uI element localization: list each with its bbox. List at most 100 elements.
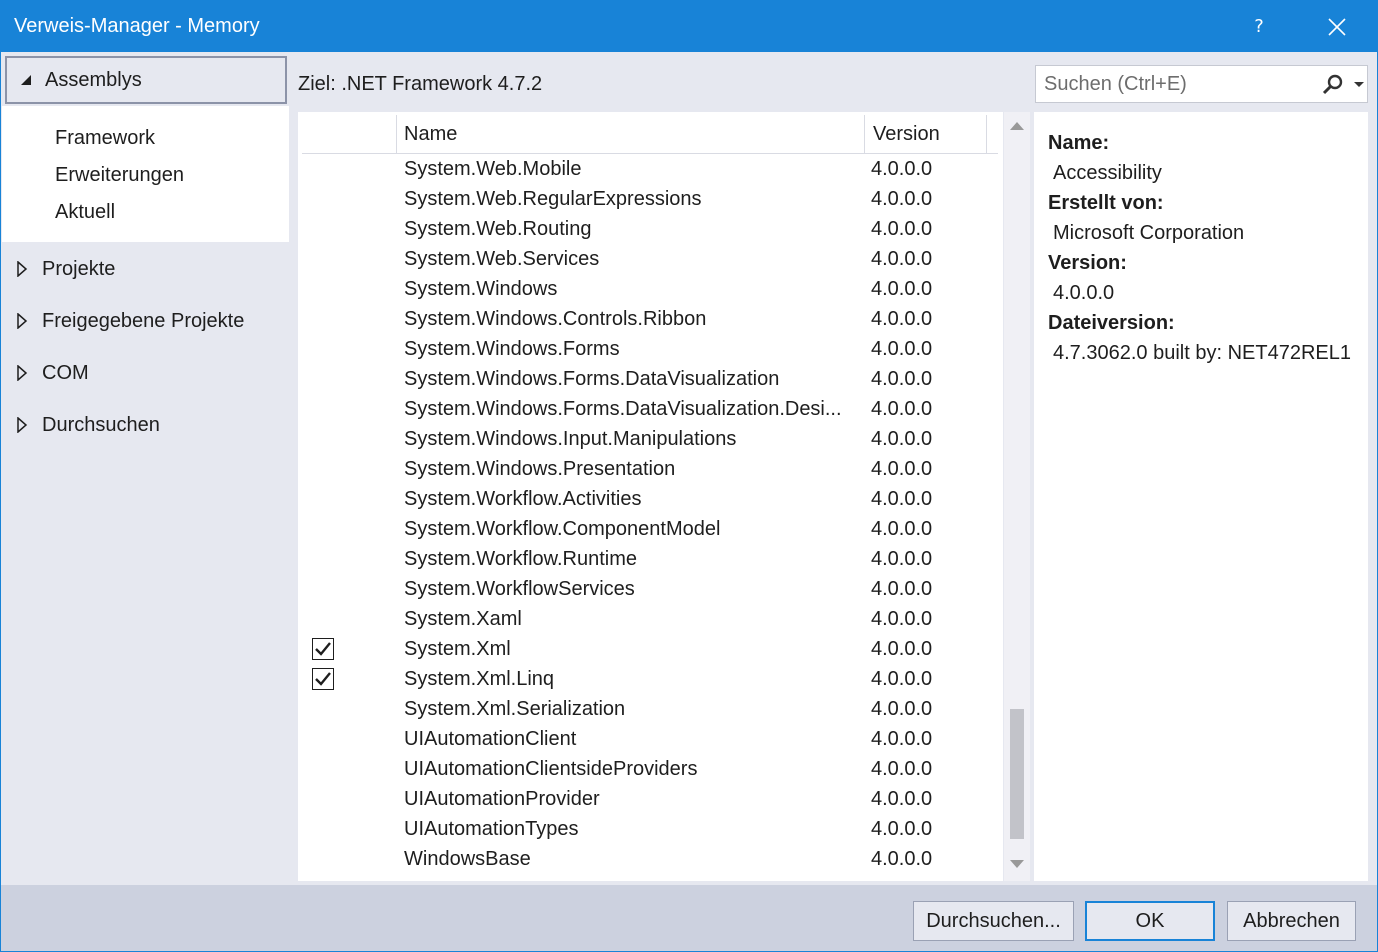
detail-version-value: 4.0.0.0 [1053, 282, 1115, 304]
chevron-down-icon[interactable] [1354, 82, 1364, 87]
scroll-down-icon[interactable] [1010, 860, 1024, 868]
detail-author-label: Erstellt von: [1048, 192, 1164, 214]
row-checkbox[interactable] [312, 668, 334, 690]
row-name: UIAutomationProvider [404, 788, 600, 810]
help-button[interactable]: ? [1239, 1, 1279, 52]
sidebar-item-com[interactable]: COM [2, 353, 289, 393]
table-row[interactable]: System.Xml.Serialization 4.0.0.0 [302, 696, 998, 726]
sidebar-item-projekte[interactable]: Projekte [2, 249, 289, 289]
table-row[interactable]: System.Windows.Forms.DataVisualization.D… [302, 396, 998, 426]
table-row[interactable]: UIAutomationProvider 4.0.0.0 [302, 786, 998, 816]
table-row[interactable]: System.Web.Services 4.0.0.0 [302, 246, 998, 276]
row-name: System.Workflow.Runtime [404, 548, 638, 570]
cancel-button-label: Abbrechen [1243, 909, 1340, 932]
scrollbar-thumb[interactable] [1010, 709, 1024, 839]
table-row[interactable]: System.Windows.Forms 4.0.0.0 [302, 336, 998, 366]
detail-author-value: Microsoft Corporation [1053, 222, 1245, 244]
table-row[interactable]: System.Windows.Controls.Ribbon 4.0.0.0 [302, 306, 998, 336]
table-row[interactable]: UIAutomationTypes 4.0.0.0 [302, 816, 998, 846]
table-row[interactable]: System.Workflow.Runtime 4.0.0.0 [302, 546, 998, 576]
table-row[interactable]: System.Web.RegularExpressions 4.0.0.0 [302, 186, 998, 216]
list-header: Name Version [302, 115, 998, 154]
row-version: 4.0.0.0 [871, 158, 933, 180]
row-name: System.Web.Mobile [404, 158, 582, 180]
name-column-header[interactable]: Name [397, 115, 865, 153]
table-row[interactable]: System.Windows 4.0.0.0 [302, 276, 998, 306]
row-version: 4.0.0.0 [871, 368, 933, 390]
row-name: System.Xml.Linq [404, 668, 555, 690]
row-version: 4.0.0.0 [871, 248, 933, 270]
collapsed-triangle-icon [17, 365, 28, 381]
browse-button[interactable]: Durchsuchen... [913, 901, 1074, 941]
reference-manager-dialog: Verweis-Manager - Memory ? Assemblys Fra… [0, 0, 1378, 952]
row-version: 4.0.0.0 [871, 638, 933, 660]
row-name: System.Windows [404, 278, 558, 300]
sidebar-item-durchsuchen[interactable]: Durchsuchen [2, 405, 289, 445]
row-name: System.Xml.Serialization [404, 698, 626, 720]
sidebar-item-freigegebene-projekte[interactable]: Freigegebene Projekte [2, 301, 289, 341]
row-version: 4.0.0.0 [871, 188, 933, 210]
row-checkbox[interactable] [312, 638, 334, 660]
table-row[interactable]: System.Windows.Input.Manipulations 4.0.0.… [302, 426, 998, 456]
row-version: 4.0.0.0 [871, 728, 933, 750]
table-row[interactable]: System.Xml.Linq 4.0.0.0 [302, 666, 998, 696]
table-row[interactable]: System.Web.Mobile 4.0.0.0 [302, 156, 998, 186]
table-row[interactable]: System.WorkflowServices 4.0.0.0 [302, 576, 998, 606]
table-row[interactable]: System.Xaml 4.0.0.0 [302, 606, 998, 636]
row-version: 4.0.0.0 [871, 308, 933, 330]
checkmark-icon [315, 642, 331, 656]
row-version: 4.0.0.0 [871, 398, 933, 420]
table-row[interactable]: System.Xml 4.0.0.0 [302, 636, 998, 666]
table-row[interactable]: System.Workflow.ComponentModel 4.0.0.0 [302, 516, 998, 546]
ok-button-label: OK [1135, 909, 1165, 932]
row-name: System.Windows.Forms.DataVisualization.D… [404, 398, 842, 420]
detail-name-label: Name: [1048, 132, 1110, 154]
cancel-button[interactable]: Abbrechen [1227, 901, 1356, 941]
row-version: 4.0.0.0 [871, 518, 933, 540]
table-row[interactable]: WindowsBase 4.0.0.0 [302, 846, 998, 876]
row-name: UIAutomationTypes [404, 818, 579, 840]
close-icon [1328, 17, 1346, 36]
row-name: System.Windows.Forms [404, 338, 620, 360]
version-column-header[interactable]: Version [865, 115, 987, 153]
search-box[interactable] [1035, 65, 1368, 103]
checkbox-column-header[interactable] [302, 115, 397, 153]
ok-button[interactable]: OK [1085, 901, 1215, 941]
row-name: System.Windows.Controls.Ribbon [404, 308, 707, 330]
row-name: System.Workflow.ComponentModel [404, 518, 721, 540]
detail-file-version-value: 4.7.3062.0 built by: NET472REL1 [1053, 342, 1351, 364]
row-name: System.Windows.Input.Manipulations [404, 428, 737, 450]
row-name: System.WorkflowServices [404, 578, 635, 600]
close-button[interactable] [1317, 1, 1357, 52]
sidebar-item-label: Durchsuchen [42, 413, 160, 436]
table-row[interactable]: System.Windows.Forms.DataVisualization 4.… [302, 366, 998, 396]
row-name: UIAutomationClient [404, 728, 577, 750]
list-scrollbar[interactable] [1004, 112, 1030, 881]
table-row[interactable]: System.Web.Routing 4.0.0.0 [302, 216, 998, 246]
row-version: 4.0.0.0 [871, 848, 933, 870]
sidebar-item-assemblys[interactable]: Assemblys [5, 56, 287, 104]
sidebar-subitem-framework[interactable]: Framework [55, 127, 155, 150]
sidebar-item-label: Assemblys [45, 68, 142, 91]
row-version: 4.0.0.0 [871, 278, 933, 300]
assembly-rows: System.Web.Mobile 4.0.0.0 System.Web.Regul… [302, 156, 998, 876]
category-sidebar: Assemblys Framework Erweiterungen Aktuel… [2, 52, 290, 885]
assemblys-subitems: Framework Erweiterungen Aktuell [2, 106, 289, 242]
table-row[interactable]: System.Workflow.Activities 4.0.0.0 [302, 486, 998, 516]
detail-name-value: Accessibility [1053, 162, 1162, 184]
search-input[interactable] [1036, 66, 1322, 102]
table-row[interactable]: System.Windows.Presentation 4.0.0.0 [302, 456, 998, 486]
row-version: 4.0.0.0 [871, 218, 933, 240]
row-version: 4.0.0.0 [871, 668, 933, 690]
sidebar-subitem-aktuell[interactable]: Aktuell [55, 201, 115, 224]
row-version: 4.0.0.0 [871, 488, 933, 510]
row-name: System.Web.Routing [404, 218, 592, 240]
table-row[interactable]: UIAutomationClientsideProviders 4.0.0.0 [302, 756, 998, 786]
scroll-up-icon[interactable] [1010, 122, 1024, 130]
row-name: System.Web.Services [404, 248, 600, 270]
row-name: System.Windows.Forms.DataVisualization [404, 368, 780, 390]
table-row[interactable]: UIAutomationClient 4.0.0.0 [302, 726, 998, 756]
search-icon[interactable] [1321, 73, 1345, 97]
sidebar-subitem-erweiterungen[interactable]: Erweiterungen [55, 164, 184, 187]
row-name: System.Xml [404, 638, 511, 660]
